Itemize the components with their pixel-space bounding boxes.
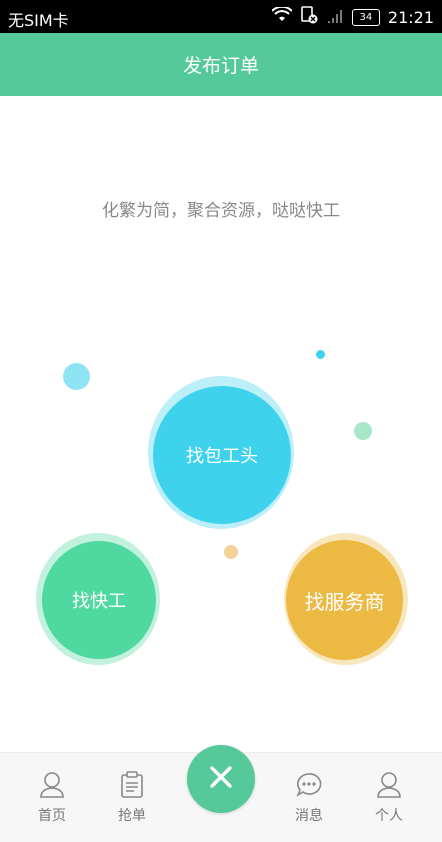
tab-grab-order[interactable]: 抢单: [102, 771, 162, 825]
decor-dot-blue-small: [316, 350, 325, 359]
page-title: 发布订单: [182, 55, 259, 77]
carrier-text: 无SIM卡: [8, 11, 69, 30]
person-icon: [22, 771, 82, 799]
app-header: 发布订单: [0, 33, 442, 96]
sim-alert-icon: [300, 6, 318, 28]
chat-icon: [279, 771, 339, 799]
person-icon: [359, 771, 419, 799]
wifi-icon: [271, 5, 293, 27]
tab-home[interactable]: 首页: [22, 771, 82, 825]
find-service-provider-button[interactable]: 找服务商: [282, 533, 408, 665]
decor-dot-blue-large: [63, 363, 90, 390]
clipboard-icon: [102, 771, 162, 799]
bubble-core: 找快工: [42, 541, 156, 659]
tagline: 化繁为简，聚合资源，哒哒快工: [102, 201, 340, 221]
find-contractor-label: 找包工头: [186, 446, 258, 467]
find-quick-worker-label: 找快工: [72, 591, 126, 612]
status-bar: 无SIM卡 34 21:21: [0, 0, 442, 33]
decor-dot-orange: [224, 545, 238, 559]
tab-profile-label: 个人: [375, 808, 403, 824]
status-icons: 34 21:21: [271, 5, 434, 28]
tab-messages-label: 消息: [295, 808, 323, 824]
close-publish-button[interactable]: [187, 745, 255, 813]
tab-profile[interactable]: 个人: [359, 771, 419, 825]
tab-home-label: 首页: [38, 808, 66, 824]
clock: 21:21: [387, 7, 434, 27]
find-service-provider-label: 找服务商: [304, 589, 385, 614]
close-icon: [209, 765, 233, 793]
find-quick-worker-button[interactable]: 找快工: [36, 533, 160, 665]
battery-icon: 34: [351, 8, 380, 26]
find-contractor-button[interactable]: 找包工头: [148, 376, 298, 531]
signal-icon: [326, 7, 344, 27]
decor-dot-green: [354, 422, 372, 440]
bubble-core: 找服务商: [286, 540, 403, 660]
battery-level: 34: [359, 11, 373, 23]
bubble-core: 找包工头: [153, 386, 291, 524]
tab-messages[interactable]: 消息: [279, 771, 339, 825]
tab-grab-order-label: 抢单: [118, 808, 146, 824]
